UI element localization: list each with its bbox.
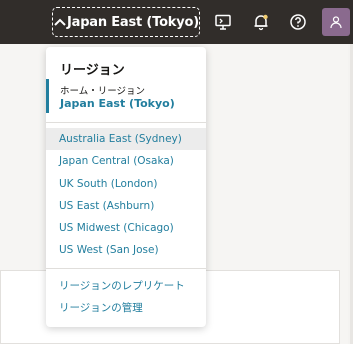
user-icon [330, 16, 342, 29]
region-button-label: Japan East (Tokyo) [66, 14, 199, 30]
replicate-regions-link[interactable]: リージョンのレプリケート [46, 274, 206, 296]
region-dropdown: リージョン ホーム・リージョン Japan East (Tokyo) Austr… [46, 47, 206, 327]
chevron-up-icon [53, 18, 67, 26]
manage-regions-link[interactable]: リージョンの管理 [46, 296, 206, 318]
home-region-label: ホーム・リージョン [60, 86, 146, 97]
help-icon[interactable] [288, 12, 308, 32]
bell-icon[interactable] [251, 12, 271, 32]
region-item-ashburn[interactable]: US East (Ashburn) [46, 195, 206, 217]
region-selector-button[interactable]: Japan East (Tokyo) [52, 7, 200, 37]
divider [46, 122, 206, 123]
avatar[interactable] [322, 8, 350, 36]
region-item-sydney[interactable]: Australia East (Sydney) [46, 128, 206, 150]
divider [46, 268, 206, 269]
region-menu-title: リージョン [60, 63, 125, 78]
home-region: ホーム・リージョン Japan East (Tokyo) [46, 79, 206, 113]
console-icon[interactable] [213, 12, 233, 32]
region-item-san-jose[interactable]: US West (San Jose) [46, 239, 206, 261]
region-item-chicago[interactable]: US Midwest (Chicago) [46, 217, 206, 239]
top-bar: Japan East (Tokyo) [0, 0, 353, 44]
region-item-osaka[interactable]: Japan Central (Osaka) [46, 150, 206, 172]
region-item-london[interactable]: UK South (London) [46, 173, 206, 195]
home-region-value: Japan East (Tokyo) [60, 97, 175, 110]
